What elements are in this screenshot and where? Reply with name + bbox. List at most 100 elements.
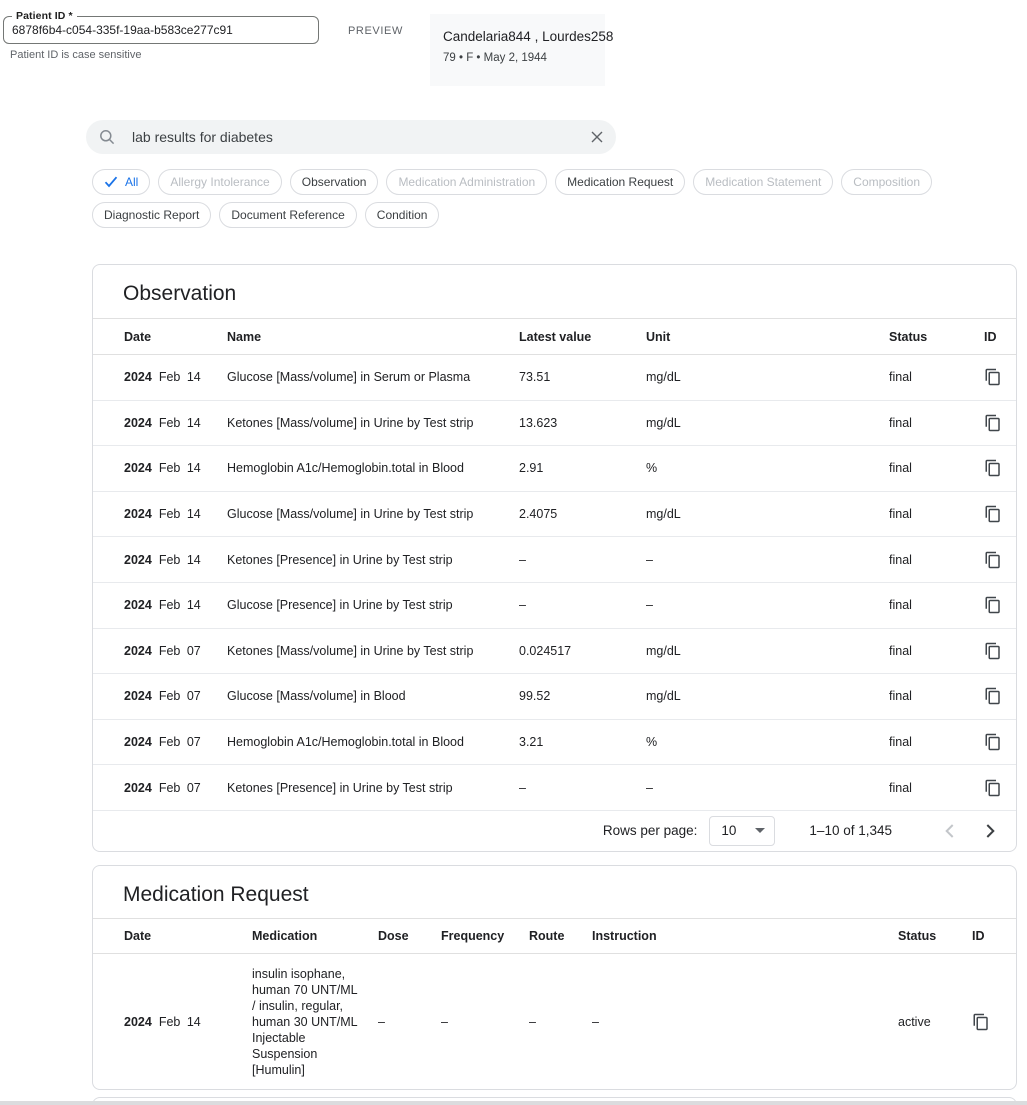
date-year: 2024 (124, 507, 152, 521)
copy-id-button[interactable] (984, 687, 1002, 705)
date-month-day: Feb 14 (159, 507, 201, 521)
latest-value-cell: – (519, 553, 646, 567)
rows-per-page-label: Rows per page: (603, 823, 698, 838)
date-cell: 2024Feb 14 (124, 461, 227, 475)
latest-value-cell: 0.024517 (519, 644, 646, 658)
id-cell (984, 596, 1016, 614)
filter-chip-label: Composition (853, 175, 920, 189)
latest-value-cell: 99.52 (519, 689, 646, 703)
medication-request-card: Medication Request Date Medication Dose … (92, 865, 1017, 1090)
filter-chip-diagnostic-report[interactable]: Diagnostic Report (92, 202, 211, 228)
date-year: 2024 (124, 370, 152, 384)
status-cell: active (898, 1015, 972, 1029)
column-header-status: Status (898, 929, 972, 943)
copy-id-button[interactable] (984, 414, 1002, 432)
observation-table-row: 2024Feb 07 Glucose [Mass/volume] in Bloo… (93, 674, 1016, 720)
date-cell: 2024Feb 07 (124, 644, 227, 658)
copy-id-button[interactable] (984, 596, 1002, 614)
copy-icon (984, 642, 1002, 660)
copy-id-button[interactable] (984, 551, 1002, 569)
id-cell (984, 779, 1016, 797)
date-cell: 2024Feb 14 (124, 553, 227, 567)
copy-id-button[interactable] (984, 505, 1002, 523)
copy-id-button[interactable] (984, 642, 1002, 660)
column-header-route: Route (529, 929, 592, 943)
copy-icon (984, 733, 1002, 751)
copy-id-button[interactable] (984, 779, 1002, 797)
filter-chip-all[interactable]: All (92, 169, 150, 195)
preview-label: PREVIEW (348, 25, 403, 37)
copy-id-button[interactable] (984, 368, 1002, 386)
copy-id-button[interactable] (984, 733, 1002, 751)
filter-chip-medication-request[interactable]: Medication Request (555, 169, 685, 195)
observation-table-row: 2024Feb 07 Hemoglobin A1c/Hemoglobin.tot… (93, 720, 1016, 766)
search-input[interactable] (132, 129, 591, 145)
patient-preview-card: Candelaria844 , Lourdes258 79 • F • May … (430, 14, 605, 86)
dose-cell: – (378, 1015, 441, 1029)
close-icon (591, 131, 603, 143)
observation-pagination: Rows per page: 10 1–10 of 1,345 (93, 811, 1016, 851)
copy-icon (984, 505, 1002, 523)
filter-chip-label: Medication Administration (398, 175, 535, 189)
unit-cell: mg/dL (646, 370, 889, 384)
filter-chip-condition[interactable]: Condition (365, 202, 440, 228)
filter-chip-document-reference[interactable]: Document Reference (219, 202, 356, 228)
clear-search-button[interactable] (591, 131, 603, 143)
date-cell: 2024Feb 14 (124, 370, 227, 384)
copy-id-button[interactable] (984, 459, 1002, 477)
next-page-button[interactable] (978, 819, 1002, 843)
filter-chip-label: Medication Request (567, 175, 673, 189)
filter-chip-label: Document Reference (231, 208, 344, 222)
filter-chip-label: Condition (377, 208, 428, 222)
latest-value-cell: 2.4075 (519, 507, 646, 521)
observation-table-body: 2024Feb 14 Glucose [Mass/volume] in Seru… (93, 355, 1016, 811)
id-cell (984, 505, 1016, 523)
latest-value-cell: – (519, 781, 646, 795)
observation-table-header: Date Name Latest value Unit Status ID (93, 319, 1016, 355)
unit-cell: mg/dL (646, 507, 889, 521)
date-month-day: Feb 14 (159, 1015, 201, 1029)
id-cell (984, 733, 1016, 751)
name-cell: Ketones [Mass/volume] in Urine by Test s… (227, 644, 519, 658)
status-cell: final (889, 598, 984, 612)
patient-id-helper-text: Patient ID is case sensitive (10, 49, 141, 61)
route-cell: – (529, 1015, 592, 1029)
date-cell: 2024Feb 14 (124, 416, 227, 430)
date-cell: 2024 Feb 14 (124, 507, 227, 521)
date-month-day: Feb 07 (159, 781, 201, 795)
column-header-instruction: Instruction (592, 929, 898, 943)
date-year: 2024 (124, 644, 152, 658)
patient-id-field[interactable]: Patient ID * (3, 16, 319, 44)
copy-icon (984, 459, 1002, 477)
copy-id-button[interactable] (972, 1013, 990, 1031)
unit-cell: – (646, 781, 889, 795)
filter-chip-observation[interactable]: Observation (290, 169, 379, 195)
caret-down-icon (755, 828, 765, 833)
date-year: 2024 (124, 416, 152, 430)
filter-chip-label: Diagnostic Report (104, 208, 199, 222)
observation-table-row: 2024Feb 14 Ketones [Mass/volume] in Urin… (93, 401, 1016, 447)
previous-page-button (938, 819, 962, 843)
name-cell: Hemoglobin A1c/Hemoglobin.total in Blood (227, 461, 519, 475)
patient-demographics: 79 • F • May 2, 1944 (443, 52, 592, 64)
observation-table-row: 2024Feb 14 Glucose [Mass/volume] in Seru… (93, 355, 1016, 401)
status-cell: final (889, 370, 984, 384)
status-cell: final (889, 644, 984, 658)
patient-name: Candelaria844 , Lourdes258 (443, 29, 592, 44)
copy-icon (984, 687, 1002, 705)
rows-per-page-select[interactable]: 10 (709, 816, 775, 846)
observation-title: Observation (93, 265, 1016, 319)
search-bar[interactable] (86, 120, 616, 154)
unit-cell: – (646, 598, 889, 612)
date-year: 2024 (124, 781, 152, 795)
copy-icon (984, 414, 1002, 432)
date-cell: 2024Feb 07 (124, 735, 227, 749)
name-cell: Ketones [Presence] in Urine by Test stri… (227, 781, 519, 795)
date-year: 2024 (124, 735, 152, 749)
date-year: 2024 (124, 1015, 152, 1029)
observation-table-row: 2024Feb 14 Glucose [Mass/volume] in Urin… (93, 492, 1016, 538)
date-year: 2024 (124, 689, 152, 703)
latest-value-cell: – (519, 598, 646, 612)
id-cell (984, 687, 1016, 705)
date-month-day: Feb 14 (159, 598, 201, 612)
